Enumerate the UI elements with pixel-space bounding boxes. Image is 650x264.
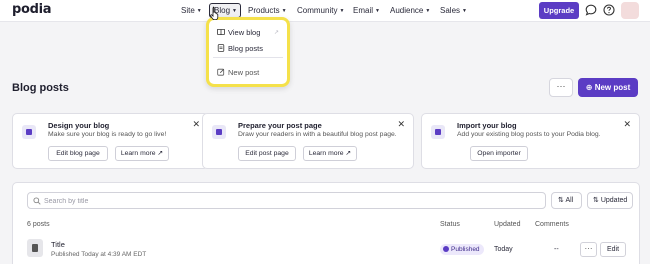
post-comments: --: [554, 246, 559, 253]
external-link-icon: ↗: [273, 30, 279, 36]
chat-icon[interactable]: [585, 4, 597, 16]
menu-item-blog-posts[interactable]: Blog posts: [217, 44, 263, 53]
filter-button[interactable]: ⇅ All: [551, 192, 582, 209]
sort-icon: ⇅: [593, 197, 599, 204]
card-design-blog: Design your blog Make sure your blog is …: [12, 113, 209, 169]
upgrade-button[interactable]: Upgrade: [539, 2, 579, 19]
status-badge: Published: [440, 244, 484, 255]
open-importer-button[interactable]: Open importer: [470, 146, 528, 161]
filter-label: All: [565, 197, 574, 204]
close-icon[interactable]: ✕: [192, 119, 200, 130]
posts-table-panel: ⇅ All ⇅ Updated 6 posts Status Updated C…: [12, 182, 640, 264]
nav-email[interactable]: Email ▼: [353, 6, 380, 15]
chevron-down-icon: ▼: [196, 8, 202, 14]
learn-more-button[interactable]: Learn more ↗: [115, 146, 169, 161]
help-icon[interactable]: [603, 4, 615, 16]
avatar[interactable]: [621, 2, 639, 19]
import-icon: [431, 125, 445, 139]
chevron-down-icon: ▼: [375, 8, 380, 14]
plus-icon: ⊕: [585, 83, 595, 92]
menu-item-label: New post: [228, 68, 260, 77]
search-input[interactable]: [44, 195, 534, 207]
card-title: Prepare your post page: [238, 121, 322, 130]
edit-icon: [217, 68, 225, 76]
menu-item-view-blog[interactable]: View blog: [217, 28, 260, 37]
nav-community-label: Community: [297, 6, 338, 15]
column-comments: Comments: [535, 221, 569, 228]
nav-sales-label: Sales: [440, 6, 461, 15]
card-description: Draw your readers in with a beautiful bl…: [238, 131, 397, 138]
document-icon: [217, 44, 225, 52]
menu-divider: [213, 57, 283, 58]
document-icon: [27, 239, 43, 257]
nav-products-label: Products: [248, 6, 280, 15]
card-description: Add your existing blog posts to your Pod…: [457, 131, 601, 138]
top-nav: podia Site ▼ Blog ▼ Products ▼ Community ▼ E…: [0, 0, 650, 22]
podia-logo[interactable]: podia: [12, 2, 52, 17]
check-icon: [443, 246, 449, 252]
nav-audience-label: Audience: [390, 6, 424, 15]
post-page-icon: [212, 125, 226, 139]
card-title: Import your blog: [457, 121, 517, 130]
menu-item-label: View blog: [228, 28, 261, 37]
more-options-button[interactable]: ···: [549, 78, 573, 97]
filter-icon: ⇅: [558, 197, 564, 204]
nav-site-label: Site: [181, 6, 195, 15]
search-box: [27, 192, 546, 209]
learn-more-button[interactable]: Learn more ↗: [303, 146, 357, 161]
nav-email-label: Email: [353, 6, 374, 15]
chevron-down-icon: ▼: [425, 8, 431, 14]
hand-cursor-icon: [210, 6, 219, 20]
chevron-down-icon: ▼: [462, 8, 467, 14]
card-import-blog: Import your blog Add your existing blog …: [421, 113, 640, 169]
column-status: Status: [440, 221, 460, 228]
layout-icon: [22, 125, 36, 139]
close-icon[interactable]: ✕: [397, 119, 405, 130]
new-post-button[interactable]: ⊕ New post: [578, 78, 638, 97]
page-title: Blog posts: [12, 82, 69, 94]
post-count: 6 posts: [27, 221, 50, 228]
edit-post-page-button[interactable]: Edit post page: [238, 146, 296, 161]
row-more-button[interactable]: ···: [580, 242, 597, 257]
post-updated: Today: [494, 246, 513, 253]
nav-site[interactable]: Site ▼: [181, 6, 202, 15]
sort-label: Updated: [600, 197, 628, 204]
menu-item-new-post[interactable]: New post: [217, 68, 259, 77]
menu-item-label: Blog posts: [228, 44, 264, 53]
status-label: Published: [451, 246, 480, 253]
sort-button[interactable]: ⇅ Updated: [587, 192, 633, 209]
post-published-date: Published Today at 4:39 AM EDT: [51, 251, 147, 258]
card-prepare-post-page: Prepare your post page Draw your readers…: [202, 113, 414, 169]
nav-products[interactable]: Products ▼: [248, 6, 287, 15]
new-post-label: New post: [594, 83, 631, 92]
nav-sales[interactable]: Sales ▼: [440, 6, 467, 15]
chevron-down-icon: ▼: [339, 8, 345, 14]
chevron-down-icon: ▼: [281, 8, 287, 14]
search-icon: [33, 197, 41, 205]
nav-community[interactable]: Community ▼: [297, 6, 344, 15]
chevron-down-icon: ▼: [232, 8, 237, 14]
close-icon[interactable]: ✕: [623, 119, 631, 130]
book-icon: [217, 29, 225, 36]
card-description: Make sure your blog is ready to go live!: [48, 131, 167, 138]
row-edit-button[interactable]: Edit: [600, 242, 626, 257]
column-updated: Updated: [494, 221, 521, 228]
post-title[interactable]: Title: [51, 240, 65, 249]
card-title: Design your blog: [48, 121, 110, 130]
edit-blog-page-button[interactable]: Edit blog page: [48, 146, 108, 161]
blog-dropdown-menu: View blog ↗ Blog posts New post: [206, 17, 290, 87]
nav-audience[interactable]: Audience ▼: [390, 6, 430, 15]
